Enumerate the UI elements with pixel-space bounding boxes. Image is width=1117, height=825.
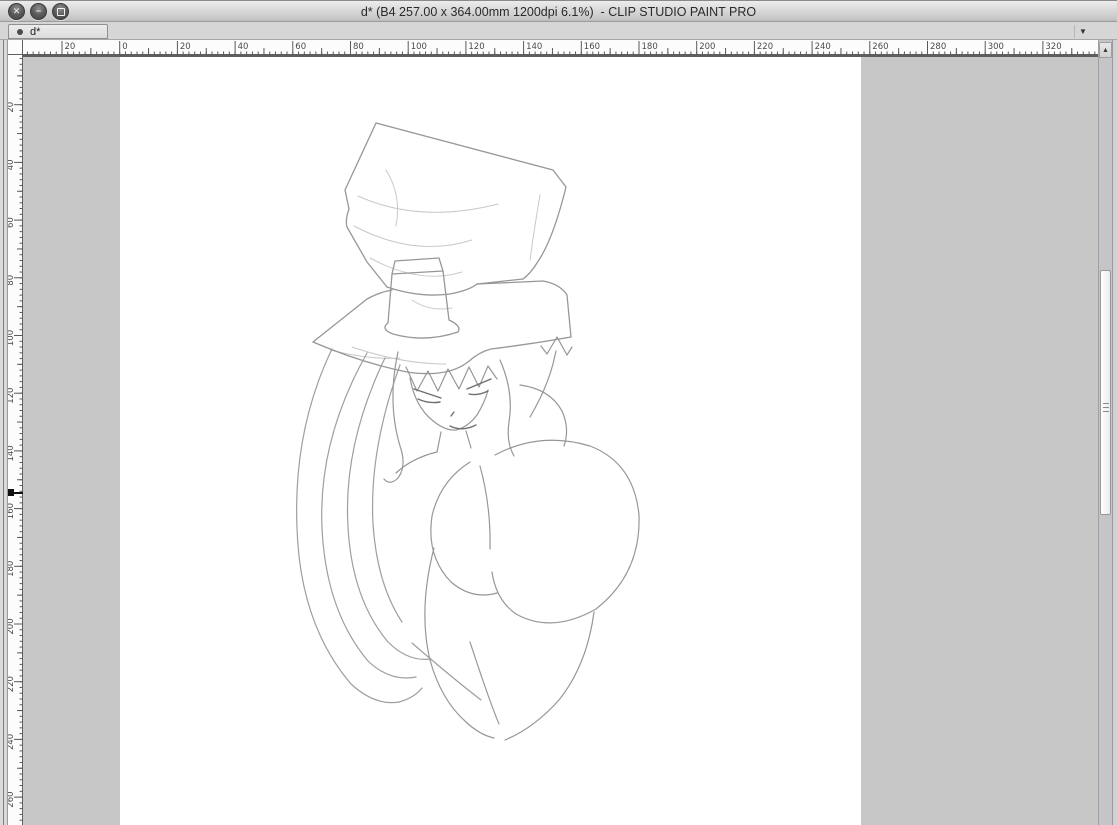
window-left-edge <box>0 22 8 825</box>
svg-text:260: 260 <box>872 42 888 52</box>
svg-text:260: 260 <box>8 791 16 807</box>
svg-text:40: 40 <box>8 159 16 170</box>
scrollbar-thumb[interactable] <box>1100 270 1111 515</box>
document-paper[interactable] <box>120 57 861 825</box>
svg-text:140: 140 <box>526 42 542 52</box>
svg-text:20: 20 <box>65 42 76 52</box>
svg-text:140: 140 <box>8 445 16 461</box>
title-bar: ✕ − d* (B4 257.00 x 364.00mm 1200dpi 6.1… <box>0 0 1117 22</box>
svg-text:100: 100 <box>8 330 16 346</box>
svg-text:320: 320 <box>1045 42 1061 52</box>
svg-text:120: 120 <box>8 388 16 404</box>
svg-text:280: 280 <box>930 42 946 52</box>
svg-text:20: 20 <box>8 102 16 113</box>
tab-label: d* <box>30 25 41 38</box>
svg-text:220: 220 <box>8 676 16 692</box>
scroll-up-arrow-icon[interactable]: ▲ <box>1099 42 1112 58</box>
svg-text:160: 160 <box>8 503 16 519</box>
svg-text:180: 180 <box>8 561 16 577</box>
svg-text:120: 120 <box>468 42 484 52</box>
ruler-corner-box <box>8 40 23 55</box>
svg-text:240: 240 <box>815 42 831 52</box>
modified-dot-icon <box>17 28 23 35</box>
svg-text:40: 40 <box>238 42 249 52</box>
canvas-viewport[interactable] <box>23 55 1098 825</box>
svg-text:160: 160 <box>584 42 600 52</box>
tab-list-dropdown-icon[interactable]: ▼ <box>1074 25 1091 38</box>
document-tab-bar: d* ▼ <box>0 22 1117 40</box>
svg-text:180: 180 <box>642 42 658 52</box>
vertical-scrollbar[interactable]: ▲ <box>1098 40 1112 825</box>
svg-text:0: 0 <box>122 42 127 52</box>
svg-text:220: 220 <box>757 42 773 52</box>
horizontal-ruler: 20 0 20 40 60 80 100 120 140 160 180 200 220 240 260 28… <box>23 40 1098 55</box>
vertical-ruler: 20 40 60 80 100 120 140 160 180 200 220 240 260 <box>8 55 23 825</box>
window-title: d* (B4 257.00 x 364.00mm 1200dpi 6.1%) -… <box>360 5 757 19</box>
svg-text:80: 80 <box>353 42 364 52</box>
svg-text:200: 200 <box>699 42 715 52</box>
svg-text:60: 60 <box>8 217 16 228</box>
svg-text:240: 240 <box>8 734 16 750</box>
tab-document-d[interactable]: d* <box>8 24 108 39</box>
svg-text:200: 200 <box>8 618 16 634</box>
svg-text:20: 20 <box>180 42 191 52</box>
scrollbar-grip-icon <box>1103 403 1109 404</box>
svg-text:60: 60 <box>295 42 306 52</box>
svg-text:300: 300 <box>988 42 1004 52</box>
svg-text:100: 100 <box>411 42 427 52</box>
window-right-edge <box>1112 22 1117 825</box>
svg-text:80: 80 <box>8 275 16 286</box>
